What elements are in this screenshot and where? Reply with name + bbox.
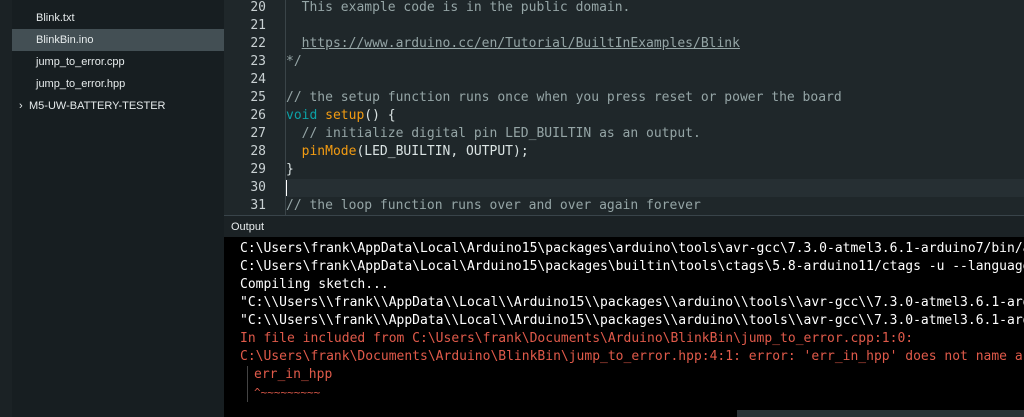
line-number: 21 (250, 18, 266, 33)
folder-label: M5-UW-BATTERY-TESTER (29, 100, 166, 112)
file-tree: Blink.txt BlinkBin.ino jump_to_error.cpp… (12, 0, 224, 417)
line-number: 31 (250, 198, 266, 213)
output-line: "C:\\Users\\frank\\AppData\\Local\\Ardui… (240, 313, 1024, 328)
code-text: (LED_BUILTIN, OUTPUT); (356, 144, 529, 159)
folder-m5-uw-battery-tester[interactable]: › M5-UW-BATTERY-TESTER (12, 95, 224, 117)
code-line: // initialize digital pin LED_BUILTIN as… (285, 125, 1024, 143)
line-number: 22 (250, 36, 266, 51)
keyword: void (286, 108, 318, 123)
code-editor[interactable]: 20 This example code is in the public do… (224, 0, 1024, 215)
error-line: In file included from C:\Users\frank\Doc… (240, 331, 914, 346)
code-text: () { (364, 108, 396, 123)
code-line (285, 71, 1024, 89)
url-link[interactable]: https://www.arduino.cc/en/Tutorial/Built… (302, 36, 740, 51)
line-number: 27 (250, 126, 266, 141)
output-line: C:\Users\frank\AppData\Local\Arduino15\p… (240, 241, 1024, 256)
line-number: 24 (250, 72, 266, 87)
code-line (285, 17, 1024, 35)
horizontal-scrollbar[interactable] (737, 410, 1024, 417)
code-text: // initialize digital pin LED_BUILTIN as… (286, 126, 701, 141)
file-jump-to-error-cpp[interactable]: jump_to_error.cpp (12, 51, 224, 73)
line-number: 30 (250, 180, 266, 195)
code-line: https://www.arduino.cc/en/Tutorial/Built… (285, 35, 1024, 53)
file-blink-txt[interactable]: Blink.txt (12, 7, 224, 29)
code-line: void setup() { (285, 107, 1024, 125)
code-line: // the setup function runs once when you… (285, 89, 1024, 107)
output-console[interactable]: C:\Users\frank\AppData\Local\Arduino15\p… (224, 237, 1024, 417)
code-text: // the setup function runs once when you… (286, 90, 842, 105)
output-panel-header: Output (224, 215, 1024, 237)
line-number: 29 (250, 162, 266, 177)
file-blinkbin-ino[interactable]: BlinkBin.ino (12, 29, 224, 51)
line-number: 26 (250, 108, 266, 123)
code-line: // the loop function runs over and over … (285, 197, 1024, 215)
function-name: pinMode (301, 144, 357, 159)
code-text: */ (286, 54, 302, 69)
line-number: 25 (250, 90, 266, 105)
line-number: 28 (250, 144, 266, 159)
error-line: C:\Users\frank\Documents\Arduino\BlinkBi… (240, 349, 1024, 364)
code-text: } (286, 162, 294, 177)
line-number: 20 (250, 0, 266, 15)
code-text: // the loop function runs over and over … (286, 198, 701, 213)
code-line (285, 179, 1024, 197)
output-line: C:\Users\frank\AppData\Local\Arduino15\p… (240, 259, 1024, 274)
function-name: setup (325, 108, 365, 123)
code-line: This example code is in the public domai… (285, 0, 1024, 17)
activity-bar (0, 0, 12, 417)
output-line: "C:\\Users\\frank\\AppData\\Local\\Ardui… (240, 295, 1024, 310)
code-line: } (285, 161, 1024, 179)
chevron-right-icon: › (19, 100, 23, 112)
code-line: */ (285, 53, 1024, 71)
error-snippet: err_in_hpp (247, 366, 332, 384)
code-line: pinMode(LED_BUILTIN, OUTPUT); (285, 143, 1024, 161)
error-caret: ^~~~~~~~~~ (247, 384, 320, 402)
output-line: Compiling sketch... (240, 277, 389, 292)
line-number: 23 (250, 54, 266, 69)
code-text: This example code is in the public domai… (286, 0, 631, 15)
file-jump-to-error-hpp[interactable]: jump_to_error.hpp (12, 73, 224, 95)
text-cursor (286, 179, 287, 196)
